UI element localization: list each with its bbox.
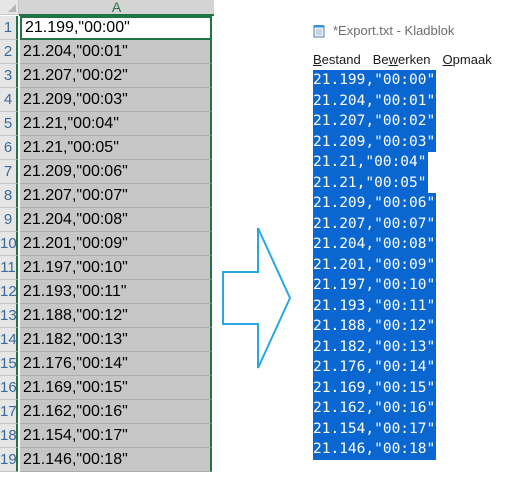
text-line: 21.176,"00:14" [313,357,437,378]
cell[interactable]: 21.21,"00:04" [20,112,212,136]
menu-item-bewerken[interactable]: Bewerken [373,52,431,67]
row-header[interactable]: 5 [0,112,18,136]
row-header[interactable]: 11 [0,256,18,280]
window-title: *Export.txt - Kladblok [333,23,455,38]
row-header[interactable]: 19 [0,448,18,472]
row-header[interactable]: 7 [0,160,18,184]
table-row: 13 21.188,"00:12" [0,304,215,328]
table-row: 19 21.146,"00:18" [0,448,215,472]
menu-item-opmaak[interactable]: Opmaak [443,52,492,67]
table-row: 15 21.176,"00:14" [0,352,215,376]
column-header-a[interactable]: A [19,0,214,16]
text-area[interactable]: 21.199,"00:00" 21.204,"00:01" 21.207,"00:0… [313,70,437,460]
cell[interactable]: 21.209,"00:06" [20,160,212,184]
row-header[interactable]: 2 [0,40,18,64]
cell[interactable]: 21.162,"00:16" [20,400,212,424]
notepad-window: *Export.txt - Kladblok Bestand Bewerken Op… [305,0,515,490]
table-row: 1 21.199,"00:00" [0,16,215,40]
right-arrow-icon [222,227,292,369]
excel-sheet: A 1 21.199,"00:00" 2 21.204,"00:01" 3 21.207,… [0,0,215,490]
cell[interactable]: 21.201,"00:09" [20,232,212,256]
cell[interactable]: 21.209,"00:03" [20,88,212,112]
table-row: 14 21.182,"00:13" [0,328,215,352]
text-line: 21.197,"00:10" [313,275,437,296]
text-line: 21.169,"00:15" [313,377,437,398]
table-row: 2 21.204,"00:01" [0,40,215,64]
menu-item-bestand[interactable]: Bestand [313,52,361,67]
cell[interactable]: 21.197,"00:10" [20,256,212,280]
text-line: 21.146,"00:18" [313,439,437,460]
text-line: 21.209,"00:06" [313,193,437,214]
cell[interactable]: 21.182,"00:13" [20,328,212,352]
cell[interactable]: 21.204,"00:01" [20,40,212,64]
active-cell[interactable]: 21.199,"00:00" [20,16,212,40]
text-line: 21.204,"00:08" [313,234,437,255]
row-header[interactable]: 16 [0,376,18,400]
cell[interactable]: 21.21,"00:05" [20,136,212,160]
select-all-triangle-icon [8,4,16,12]
cell[interactable]: 21.207,"00:02" [20,64,212,88]
table-row: 7 21.209,"00:06" [0,160,215,184]
cell[interactable]: 21.207,"00:07" [20,184,212,208]
row-header[interactable]: 10 [0,232,18,256]
cell[interactable]: 21.154,"00:17" [20,424,212,448]
table-row: 10 21.201,"00:09" [0,232,215,256]
text-line: 21.154,"00:17" [313,418,437,439]
row-header[interactable]: 9 [0,208,18,232]
row-header[interactable]: 1 [0,16,18,40]
row-header[interactable]: 14 [0,328,18,352]
cell[interactable]: 21.169,"00:15" [20,376,212,400]
row-header[interactable]: 13 [0,304,18,328]
cell-grid: 1 21.199,"00:00" 2 21.204,"00:01" 3 21.207,"0… [0,16,215,472]
table-row: 17 21.162,"00:16" [0,400,215,424]
cell[interactable]: 21.204,"00:08" [20,208,212,232]
table-row: 4 21.209,"00:03" [0,88,215,112]
table-row: 18 21.154,"00:17" [0,424,215,448]
row-header[interactable]: 3 [0,64,18,88]
text-line: 21.207,"00:07" [313,213,437,234]
table-row: 11 21.197,"00:10" [0,256,215,280]
row-header[interactable]: 8 [0,184,18,208]
cell[interactable]: 21.176,"00:14" [20,352,212,376]
text-line: 21.162,"00:16" [313,398,437,419]
table-row: 5 21.21,"00:04" [0,112,215,136]
table-row: 16 21.169,"00:15" [0,376,215,400]
cell[interactable]: 21.146,"00:18" [20,448,212,472]
row-header[interactable]: 18 [0,424,18,448]
table-row: 6 21.21,"00:05" [0,136,215,160]
row-header[interactable]: 12 [0,280,18,304]
text-line: 21.182,"00:13" [313,336,437,357]
row-header[interactable]: 15 [0,352,18,376]
text-line: 21.207,"00:02" [313,111,437,132]
cell[interactable]: 21.188,"00:12" [20,304,212,328]
table-row: 8 21.207,"00:07" [0,184,215,208]
text-line: 21.201,"00:09" [313,254,437,275]
notepad-icon [313,25,325,38]
row-header[interactable]: 17 [0,400,18,424]
row-header[interactable]: 6 [0,136,18,160]
text-line: 21.21,"00:05" [313,172,428,193]
select-all-corner[interactable] [0,0,19,15]
table-row: 12 21.193,"00:11" [0,280,215,304]
table-row: 3 21.207,"00:02" [0,64,215,88]
text-line: 21.193,"00:11" [313,295,437,316]
text-line: 21.199,"00:00" [313,70,437,91]
text-line: 21.21,"00:04" [313,152,428,173]
text-line: 21.204,"00:01" [313,90,437,111]
table-row: 9 21.204,"00:08" [0,208,215,232]
text-line: 21.188,"00:12" [313,316,437,337]
cell[interactable]: 21.193,"00:11" [20,280,212,304]
menu-bar: Bestand Bewerken Opmaak [313,52,504,67]
text-line: 21.209,"00:03" [313,131,437,152]
row-header[interactable]: 4 [0,88,18,112]
